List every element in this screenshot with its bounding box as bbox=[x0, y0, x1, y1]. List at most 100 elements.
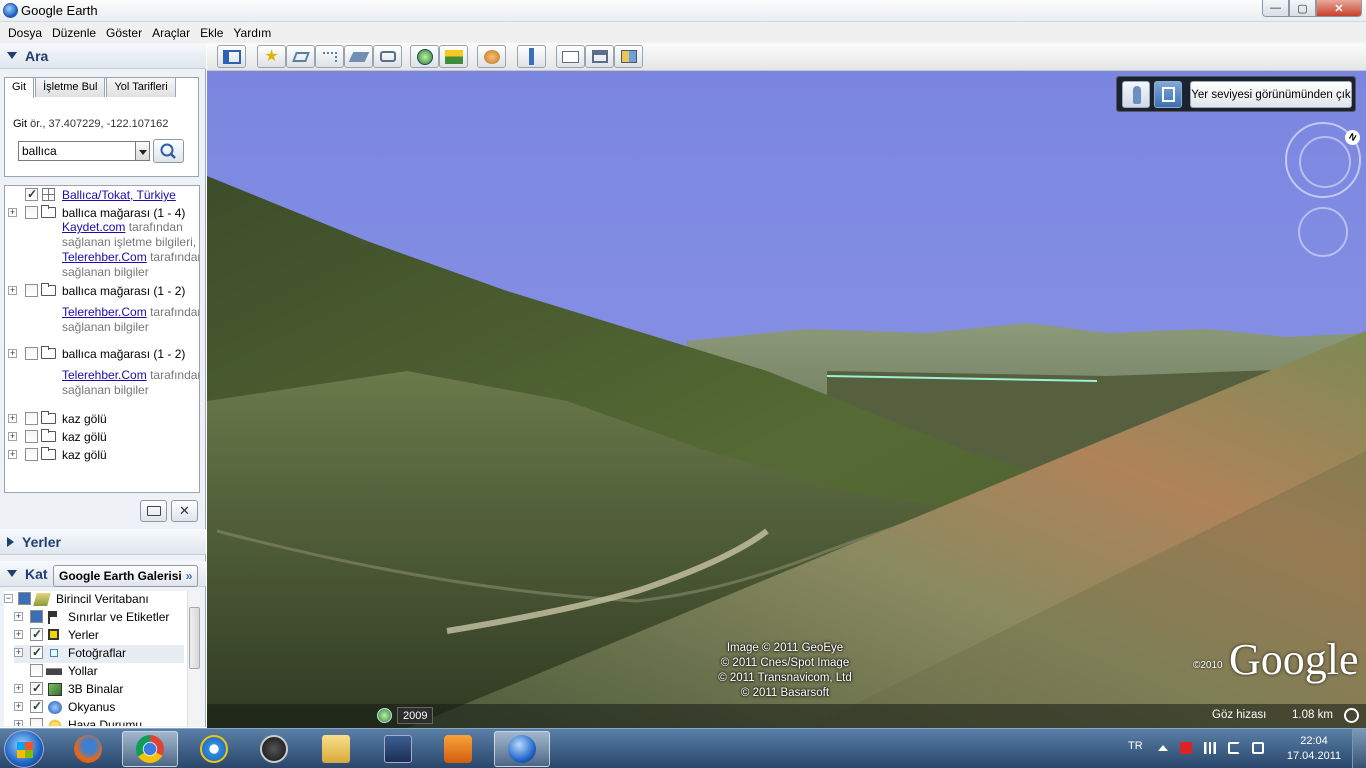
show-hidden-icons[interactable] bbox=[1158, 745, 1168, 751]
switch-planet-button[interactable] bbox=[477, 45, 506, 68]
result-checkbox[interactable] bbox=[25, 206, 38, 219]
expand-icon[interactable]: + bbox=[14, 720, 23, 726]
result-group-3[interactable]: + ballıca mağarası (1 - 2) bbox=[5, 346, 199, 362]
expand-icon[interactable]: + bbox=[8, 450, 17, 459]
taskbar-firefox[interactable] bbox=[60, 731, 116, 767]
result-lake-1[interactable]: + kaz gölü bbox=[5, 411, 199, 427]
sidebar-toggle-button[interactable] bbox=[217, 45, 246, 68]
layer-checkbox[interactable] bbox=[30, 627, 43, 641]
layer-checkbox[interactable] bbox=[30, 645, 43, 659]
historical-imagery-icon[interactable] bbox=[377, 708, 392, 723]
earth-3d-view[interactable]: Yer seviyesi görünümünden çık N Image © … bbox=[207, 71, 1366, 728]
earth-gallery-button[interactable]: Google Earth Galerisi» bbox=[53, 565, 198, 587]
result-group-2[interactable]: + ballıca mağarası (1 - 2) bbox=[5, 283, 199, 299]
layer-checkbox[interactable] bbox=[30, 718, 43, 726]
building-view-button[interactable] bbox=[1154, 81, 1182, 108]
add-image-overlay-button[interactable] bbox=[344, 45, 373, 68]
search-input[interactable] bbox=[18, 141, 136, 161]
scrollbar-thumb[interactable] bbox=[189, 607, 200, 669]
provider-link[interactable]: Telerehber.Com bbox=[62, 305, 147, 319]
result-checkbox[interactable] bbox=[25, 430, 38, 443]
menu-duzenle[interactable]: Düzenle bbox=[47, 26, 101, 40]
result-group-1[interactable]: + ballıca mağarası (1 - 4) bbox=[5, 205, 199, 221]
result-checkbox[interactable] bbox=[25, 412, 38, 425]
historical-imagery-button[interactable] bbox=[410, 45, 439, 68]
taskbar-kmplayer[interactable] bbox=[370, 731, 426, 767]
layer-checkbox[interactable] bbox=[30, 699, 43, 713]
device-icon[interactable] bbox=[1252, 742, 1264, 754]
result-link[interactable]: Ballıca/Tokat, Türkiye bbox=[62, 188, 176, 202]
clear-results-button[interactable]: ✕ bbox=[171, 500, 198, 522]
expand-icon[interactable]: + bbox=[8, 286, 17, 295]
tab-yol-tarifleri[interactable]: Yol Tarifleri bbox=[106, 77, 176, 97]
ruler-button[interactable] bbox=[517, 45, 546, 68]
result-lake-3[interactable]: + kaz gölü bbox=[5, 447, 199, 463]
taskbar-chrome[interactable] bbox=[122, 731, 178, 767]
street-view-person-button[interactable] bbox=[1122, 81, 1150, 108]
collapse-icon[interactable]: − bbox=[4, 594, 13, 603]
result-checkbox[interactable] bbox=[25, 347, 38, 360]
layer-checkbox[interactable] bbox=[18, 592, 31, 605]
exit-ground-level-button[interactable]: Yer seviyesi görünümünden çık bbox=[1190, 81, 1352, 108]
search-history-dropdown[interactable] bbox=[135, 141, 150, 161]
maximize-button[interactable]: ▢ bbox=[1289, 0, 1316, 17]
search-button[interactable] bbox=[153, 139, 184, 163]
expand-icon[interactable]: + bbox=[14, 702, 23, 711]
expand-icon[interactable]: + bbox=[14, 648, 23, 657]
menu-ekle[interactable]: Ekle bbox=[195, 26, 228, 40]
provider-link[interactable]: Kaydet.com bbox=[62, 220, 125, 234]
result-checkbox[interactable] bbox=[25, 284, 38, 297]
print-button[interactable] bbox=[585, 45, 614, 68]
search-section-header[interactable]: Ara bbox=[0, 43, 206, 69]
network-signal-icon[interactable] bbox=[1204, 742, 1216, 754]
view-in-maps-button[interactable] bbox=[614, 45, 643, 68]
expand-icon[interactable]: + bbox=[14, 684, 23, 693]
zoom-icon[interactable] bbox=[1344, 708, 1359, 723]
taskbar-hp[interactable] bbox=[246, 731, 302, 767]
result-checkbox[interactable] bbox=[25, 187, 38, 201]
start-button[interactable] bbox=[4, 730, 44, 768]
sunlight-button[interactable] bbox=[439, 45, 468, 68]
record-tour-button[interactable] bbox=[373, 45, 402, 68]
layer-checkbox[interactable] bbox=[30, 681, 43, 695]
add-path-button[interactable] bbox=[315, 45, 344, 68]
provider-link[interactable]: Telerehber.Com bbox=[62, 250, 147, 264]
layer-photos[interactable]: + Fotoğraflar bbox=[14, 645, 184, 663]
taskbar-google-earth[interactable] bbox=[494, 731, 550, 767]
provider-link[interactable]: Telerehber.Com bbox=[62, 368, 147, 382]
tab-isletme-bul[interactable]: İşletme Bul bbox=[35, 77, 106, 97]
layer-checkbox[interactable] bbox=[30, 664, 43, 677]
move-navigation-ring[interactable] bbox=[1298, 207, 1348, 257]
expand-icon[interactable]: + bbox=[8, 208, 17, 217]
taskbar-explorer[interactable] bbox=[308, 731, 364, 767]
taskbar-internet-explorer[interactable] bbox=[186, 731, 242, 767]
menu-dosya[interactable]: Dosya bbox=[3, 26, 47, 40]
expand-icon[interactable]: + bbox=[8, 432, 17, 441]
menu-araclar[interactable]: Araçlar bbox=[147, 26, 195, 40]
tab-git[interactable]: Git bbox=[4, 77, 35, 98]
input-language[interactable]: TR bbox=[1128, 740, 1143, 752]
result-ballica-tokat[interactable]: Ballıca/Tokat, Türkiye bbox=[5, 187, 199, 203]
result-checkbox[interactable] bbox=[25, 448, 38, 461]
minimize-button[interactable]: — bbox=[1262, 0, 1289, 17]
menu-yardim[interactable]: Yardım bbox=[228, 26, 276, 40]
expand-icon[interactable]: + bbox=[8, 414, 17, 423]
show-desktop-button[interactable] bbox=[1352, 729, 1366, 768]
expand-icon[interactable]: + bbox=[14, 612, 23, 621]
menu-goster[interactable]: Göster bbox=[101, 26, 147, 40]
close-button[interactable]: ✕ bbox=[1316, 0, 1362, 17]
copy-to-places-button[interactable] bbox=[140, 500, 167, 522]
expand-icon[interactable]: + bbox=[8, 349, 17, 358]
action-center-icon[interactable] bbox=[1180, 742, 1192, 754]
email-button[interactable] bbox=[556, 45, 585, 68]
layer-checkbox[interactable] bbox=[30, 610, 43, 623]
expand-icon[interactable]: + bbox=[14, 630, 23, 639]
places-section-header[interactable]: Yerler bbox=[0, 529, 206, 555]
layers-scrollbar[interactable] bbox=[187, 591, 200, 726]
result-lake-2[interactable]: + kaz gölü bbox=[5, 429, 199, 445]
add-placemark-button[interactable]: ★ bbox=[257, 45, 286, 68]
volume-icon[interactable] bbox=[1228, 742, 1240, 754]
system-clock[interactable]: 22:04 17.04.2011 bbox=[1284, 734, 1344, 764]
add-polygon-button[interactable] bbox=[286, 45, 315, 68]
taskbar-media-player[interactable] bbox=[430, 731, 486, 767]
